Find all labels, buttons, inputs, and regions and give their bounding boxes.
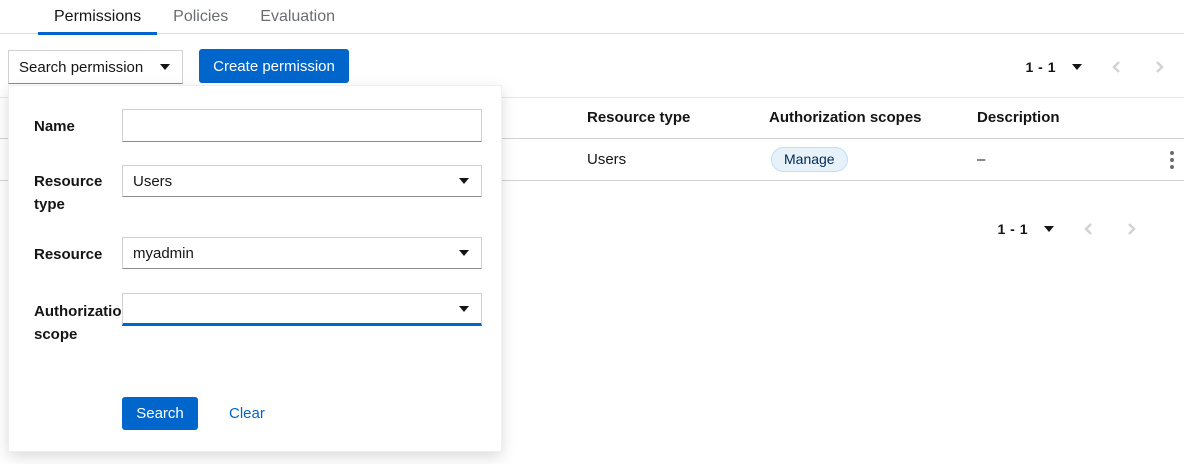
caret-down-icon bbox=[160, 64, 170, 70]
kebab-icon bbox=[1170, 151, 1174, 155]
resource-select[interactable]: myadmin bbox=[122, 237, 482, 269]
resource-type-field-label: Resource type bbox=[34, 170, 120, 216]
chevron-left-icon bbox=[1111, 60, 1121, 74]
tab-permissions[interactable]: Permissions bbox=[38, 0, 157, 34]
tab-bar: Permissions Policies Evaluation bbox=[0, 0, 1184, 34]
cell-resource-type: Users bbox=[587, 139, 626, 180]
search-permission-panel: Name Resource type Users Resource myadmi… bbox=[8, 85, 502, 452]
search-permission-dropdown-label: Search permission bbox=[19, 59, 143, 76]
per-page-menu-button[interactable] bbox=[1040, 222, 1058, 236]
caret-down-icon bbox=[459, 178, 469, 184]
previous-page-button[interactable] bbox=[1102, 53, 1130, 81]
resource-type-select[interactable]: Users bbox=[122, 165, 482, 197]
column-header-authorization-scopes: Authorization scopes bbox=[769, 98, 922, 138]
pagination-range: 1 - 1 bbox=[1025, 59, 1056, 75]
permissions-page: Permissions Policies Evaluation Search p… bbox=[0, 0, 1184, 464]
authorization-scope-badge: Manage bbox=[771, 147, 848, 172]
chevron-left-icon bbox=[1083, 222, 1093, 236]
pagination-bottom: 1 - 1 bbox=[997, 212, 1146, 246]
cell-description: – bbox=[977, 139, 985, 180]
next-page-button[interactable] bbox=[1146, 53, 1174, 81]
previous-page-button[interactable] bbox=[1074, 215, 1102, 243]
clear-button[interactable]: Clear bbox=[221, 397, 273, 430]
row-kebab-menu-button[interactable] bbox=[1152, 139, 1184, 180]
search-permission-dropdown[interactable]: Search permission bbox=[8, 50, 183, 84]
pagination-top: 1 - 1 bbox=[1025, 50, 1174, 84]
pagination-range: 1 - 1 bbox=[997, 221, 1028, 237]
resource-field-label: Resource bbox=[34, 243, 120, 266]
caret-down-icon bbox=[459, 306, 469, 312]
name-input[interactable] bbox=[122, 109, 482, 142]
caret-down-icon bbox=[459, 250, 469, 256]
tab-evaluation-label: Evaluation bbox=[260, 8, 335, 26]
tab-evaluation[interactable]: Evaluation bbox=[244, 0, 351, 34]
tab-permissions-label: Permissions bbox=[54, 8, 141, 26]
authorization-scope-field-label: Authorization scope bbox=[34, 300, 120, 346]
per-page-menu-button[interactable] bbox=[1068, 60, 1086, 74]
column-header-description: Description bbox=[977, 98, 1060, 138]
column-header-resource-type: Resource type bbox=[587, 98, 690, 138]
create-permission-button[interactable]: Create permission bbox=[199, 49, 349, 83]
chevron-right-icon bbox=[1155, 60, 1165, 74]
resource-select-value: myadmin bbox=[133, 245, 194, 262]
caret-down-icon bbox=[1044, 226, 1054, 232]
tab-policies[interactable]: Policies bbox=[157, 0, 244, 34]
resource-type-select-value: Users bbox=[133, 173, 172, 190]
chevron-right-icon bbox=[1127, 222, 1137, 236]
tab-policies-label: Policies bbox=[173, 8, 228, 26]
authorization-scope-select[interactable] bbox=[122, 293, 482, 326]
search-button[interactable]: Search bbox=[122, 397, 198, 430]
caret-down-icon bbox=[1072, 64, 1082, 70]
next-page-button[interactable] bbox=[1118, 215, 1146, 243]
name-field-label: Name bbox=[34, 115, 120, 138]
